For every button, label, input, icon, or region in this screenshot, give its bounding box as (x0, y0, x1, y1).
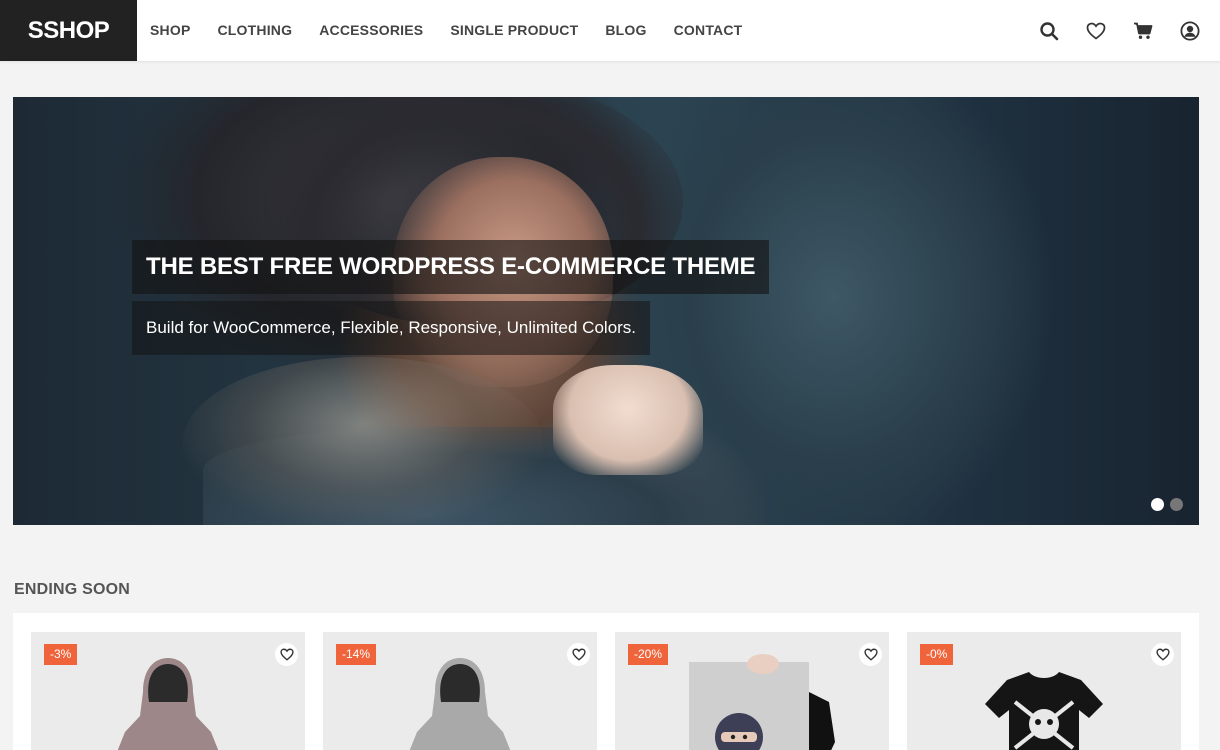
product-card[interactable]: -0% (907, 632, 1181, 750)
wishlist-heart-icon[interactable] (567, 643, 590, 666)
product-card[interactable]: -20% (615, 632, 889, 750)
heart-icon[interactable] (1084, 19, 1108, 43)
nav-single-product[interactable]: SINGLE PRODUCT (437, 0, 592, 61)
discount-badge: -20% (628, 644, 669, 665)
hero-slider[interactable]: THE BEST FREE WORDPRESS E-COMMERCE THEME… (13, 97, 1199, 525)
hero-image-hand (553, 365, 703, 475)
nav-accessories[interactable]: ACCESSORIES (306, 0, 437, 61)
site-header: SSHOP SHOP CLOTHING ACCESSORIES SINGLE P… (0, 0, 1220, 62)
slider-dot-2[interactable] (1170, 498, 1183, 511)
discount-badge: -14% (336, 644, 377, 665)
discount-badge: -3% (44, 644, 78, 665)
product-card[interactable]: -3% (31, 632, 305, 750)
nav-clothing[interactable]: CLOTHING (204, 0, 306, 61)
hero-image-fur (183, 357, 543, 525)
cart-icon[interactable] (1131, 19, 1155, 43)
section-title-ending-soon: ENDING SOON (14, 581, 130, 598)
wishlist-heart-icon[interactable] (859, 643, 882, 666)
search-icon[interactable] (1037, 19, 1061, 43)
discount-badge: -0% (920, 644, 954, 665)
slider-dots (1145, 498, 1183, 511)
slider-dot-1[interactable] (1151, 498, 1164, 511)
product-card[interactable]: -14% (323, 632, 597, 750)
nav-contact[interactable]: CONTACT (660, 0, 756, 61)
wishlist-heart-icon[interactable] (275, 643, 298, 666)
site-logo[interactable]: SSHOP (0, 0, 137, 61)
wishlist-heart-icon[interactable] (1151, 643, 1174, 666)
header-icons (1014, 0, 1202, 61)
nav-shop[interactable]: SHOP (137, 0, 204, 61)
hero-title: THE BEST FREE WORDPRESS E-COMMERCE THEME (132, 240, 770, 294)
hero-subtitle: Build for WooCommerce, Flexible, Respons… (132, 301, 651, 355)
user-icon[interactable] (1178, 19, 1202, 43)
main-nav: SHOP CLOTHING ACCESSORIES SINGLE PRODUCT… (137, 0, 756, 61)
products-panel: -3% -14% -20% -0% (13, 613, 1199, 750)
nav-blog[interactable]: BLOG (592, 0, 660, 61)
